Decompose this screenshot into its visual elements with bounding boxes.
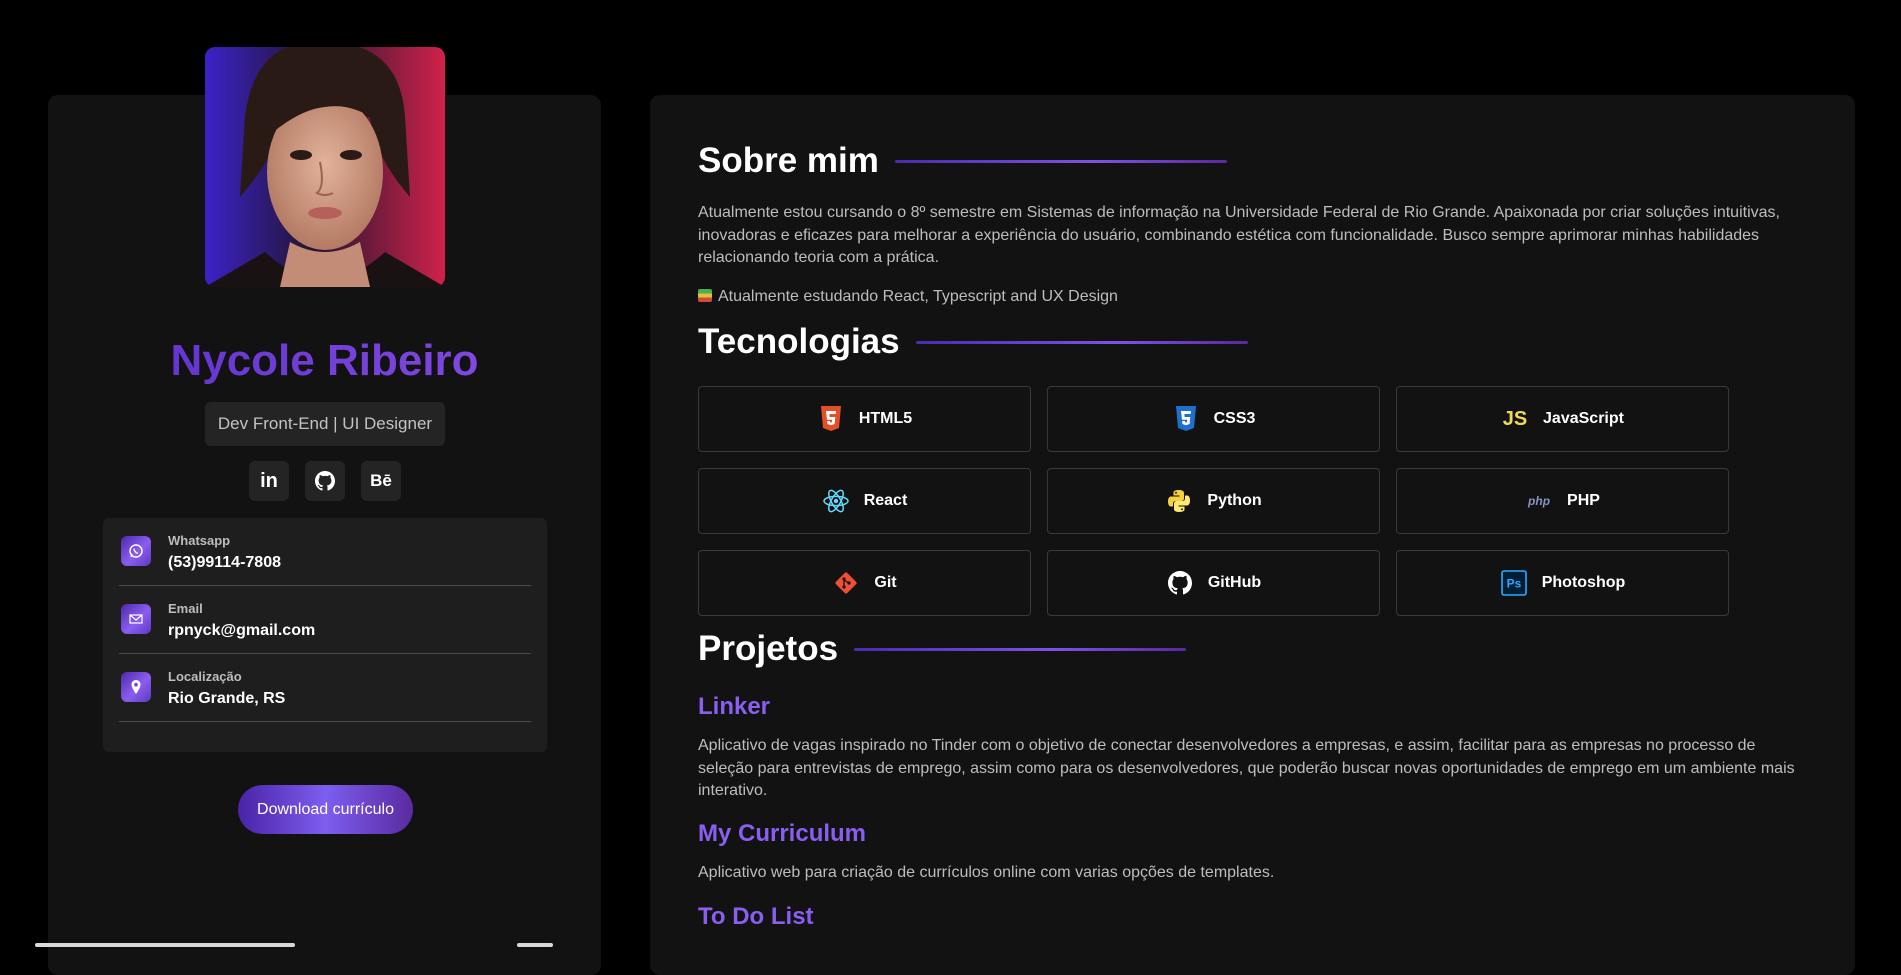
- contact-value: Rio Grande, RS: [168, 690, 286, 707]
- project-title-to-do-list[interactable]: To Do List: [698, 903, 814, 931]
- profile-role: Dev Front-End | UI Designer: [205, 402, 445, 446]
- project-description: Aplicativo de vagas inspirado no Tinder …: [698, 737, 1795, 799]
- tech-label: Git: [874, 574, 897, 591]
- svg-text:Ps: Ps: [1506, 577, 1521, 591]
- contact-label: Localização: [168, 669, 242, 684]
- title-divider: [915, 340, 1248, 344]
- about-title: Sobre mim: [698, 141, 1227, 181]
- php-icon: php: [1528, 494, 1551, 508]
- tech-card-github: GitHub: [1047, 550, 1380, 616]
- git-icon: [832, 569, 860, 597]
- about-text: Atualmente estou cursando o 8º semestre …: [698, 204, 1780, 266]
- tech-label: React: [863, 492, 908, 509]
- contact-item-whatsapp: Whatsapp (53)99114-7808: [119, 518, 531, 586]
- contact-value: (53)99114-7808: [168, 554, 281, 571]
- profile-name: Nycole Ribeiro: [48, 336, 601, 386]
- css3-icon: [1172, 405, 1200, 433]
- title-divider: [854, 647, 1187, 651]
- contact-value: rpnyck@gmail.com: [168, 622, 316, 639]
- javascript-icon: JS: [1502, 407, 1528, 430]
- project-title-linker[interactable]: Linker: [698, 693, 770, 721]
- avatar: [205, 47, 445, 287]
- github-icon: [315, 471, 335, 491]
- tech-label: HTML5: [858, 410, 913, 427]
- mail-icon: [121, 604, 151, 634]
- tech-label: Python: [1207, 492, 1262, 509]
- technologies-title: Tecnologias: [698, 322, 1248, 362]
- contact-label: Email: [168, 601, 203, 616]
- scrollbar-thumb[interactable]: [517, 943, 553, 947]
- tech-card-git: Git: [698, 550, 1031, 616]
- tech-label: PHP: [1567, 492, 1600, 509]
- html5-icon: [817, 405, 845, 433]
- linkedin-button[interactable]: in: [249, 461, 289, 501]
- github-button[interactable]: [305, 461, 345, 501]
- tech-card-react: React: [698, 468, 1031, 534]
- contact-item-email: Email rpnyck@gmail.com: [119, 586, 531, 654]
- scrollbar[interactable]: [35, 943, 295, 947]
- tech-card-python: Python: [1047, 468, 1380, 534]
- studying-line: Atualmente estudando React, Typescript a…: [698, 286, 1798, 309]
- tech-card-photoshop: Ps Photoshop: [1396, 550, 1729, 616]
- tech-label: Photoshop: [1541, 574, 1626, 591]
- whatsapp-icon: [121, 536, 151, 566]
- about-title-text: Sobre mim: [698, 141, 879, 180]
- behance-button[interactable]: Bē: [361, 461, 401, 501]
- python-icon: [1165, 487, 1193, 515]
- title-divider: [894, 159, 1227, 163]
- projects-title: Projetos: [698, 629, 1187, 669]
- studying-text: Atualmente estudando React, Typescript a…: [718, 288, 1118, 305]
- github-icon: [1166, 569, 1194, 597]
- tech-card-css3: CSS3: [1047, 386, 1380, 452]
- photoshop-icon: Ps: [1500, 569, 1528, 597]
- tech-label: GitHub: [1207, 574, 1262, 591]
- project-title-my-curriculum[interactable]: My Curriculum: [698, 820, 866, 848]
- location-icon: [121, 672, 151, 702]
- tech-card-javascript: JS JavaScript: [1396, 386, 1729, 452]
- download-cv-button[interactable]: Download currículo: [238, 785, 413, 834]
- books-icon: [698, 289, 712, 302]
- contact-box: Whatsapp (53)99114-7808 Email rpnyck@gma…: [103, 518, 547, 752]
- projects-title-text: Projetos: [698, 629, 839, 668]
- contact-label: Whatsapp: [168, 533, 231, 548]
- social-links: in Bē: [249, 461, 401, 501]
- tech-label: JavaScript: [1543, 410, 1624, 427]
- behance-icon: Bē: [370, 471, 392, 490]
- linkedin-icon: in: [260, 469, 278, 492]
- technologies-title-text: Tecnologias: [698, 322, 900, 361]
- tech-grid: HTML5 CSS3 JS JavaScript React Python ph…: [698, 386, 1729, 616]
- tech-card-php: php PHP: [1396, 468, 1729, 534]
- contact-item-location: Localização Rio Grande, RS: [119, 654, 531, 722]
- project-description: Aplicativo web para criação de currículo…: [698, 864, 1275, 881]
- react-icon: [822, 487, 850, 515]
- tech-label: CSS3: [1213, 410, 1256, 427]
- tech-card-html5: HTML5: [698, 386, 1031, 452]
